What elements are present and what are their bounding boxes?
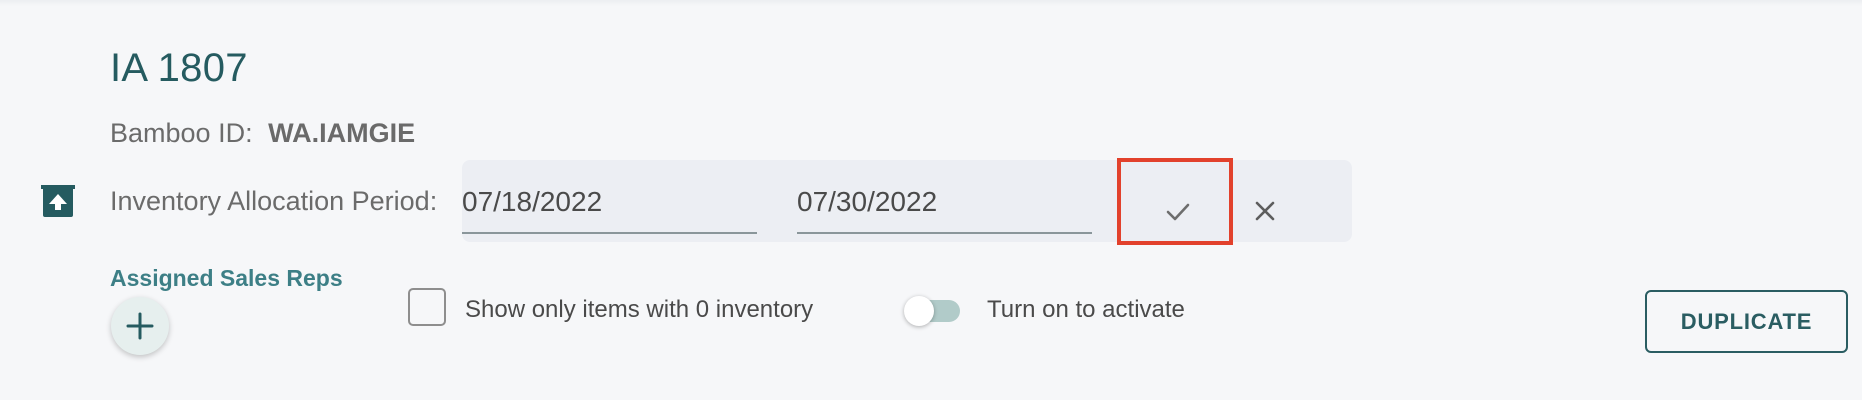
page-title: IA 1807 <box>110 46 248 90</box>
add-sales-rep-button[interactable] <box>111 297 169 355</box>
close-icon <box>1255 201 1275 221</box>
assigned-sales-reps-label: Assigned Sales Reps <box>110 265 343 291</box>
duplicate-button[interactable]: DUPLICATE <box>1645 290 1848 353</box>
plus-icon <box>126 312 154 340</box>
activate-toggle[interactable] <box>904 294 962 328</box>
bamboo-id-row: Bamboo ID: WA.IAMGIE <box>110 118 415 149</box>
bamboo-id-value: WA.IAMGIE <box>268 118 416 148</box>
bamboo-id-label: Bamboo ID: <box>110 118 253 148</box>
archive-upload-icon[interactable] <box>38 179 78 219</box>
start-date-value: 07/18/2022 <box>462 186 603 217</box>
allocation-period-label: Inventory Allocation Period: <box>110 186 438 216</box>
toggle-thumb <box>904 296 934 326</box>
confirm-period-button[interactable] <box>1161 196 1195 226</box>
end-date-value: 07/30/2022 <box>797 186 938 217</box>
cancel-period-button[interactable] <box>1252 198 1278 224</box>
end-date-input[interactable]: 07/30/2022 <box>797 160 1092 234</box>
check-icon <box>1166 203 1190 221</box>
start-date-input[interactable]: 07/18/2022 <box>462 160 757 234</box>
zero-inventory-label: Show only items with 0 inventory <box>465 296 814 323</box>
zero-inventory-checkbox[interactable] <box>408 288 446 326</box>
activate-toggle-label: Turn on to activate <box>987 296 1185 323</box>
header-shadow <box>0 0 1862 6</box>
